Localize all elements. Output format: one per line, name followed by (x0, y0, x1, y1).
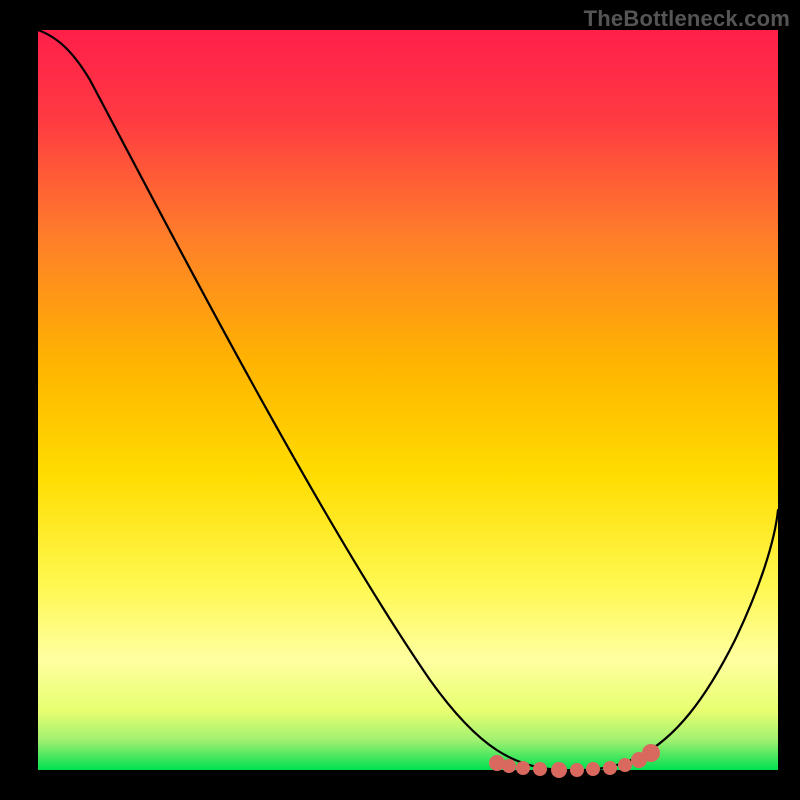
watermark-text: TheBottleneck.com (584, 6, 790, 32)
plot-area (38, 30, 778, 770)
chart-svg (0, 0, 800, 800)
chart-frame: TheBottleneck.com (0, 0, 800, 800)
bead (642, 744, 660, 762)
bead (570, 763, 584, 777)
gradient-background (38, 30, 778, 770)
bead (586, 762, 600, 776)
bead (551, 762, 567, 778)
bead (502, 759, 516, 773)
bead (603, 761, 617, 775)
bead (618, 758, 632, 772)
bead (516, 761, 530, 775)
bead (533, 762, 547, 776)
